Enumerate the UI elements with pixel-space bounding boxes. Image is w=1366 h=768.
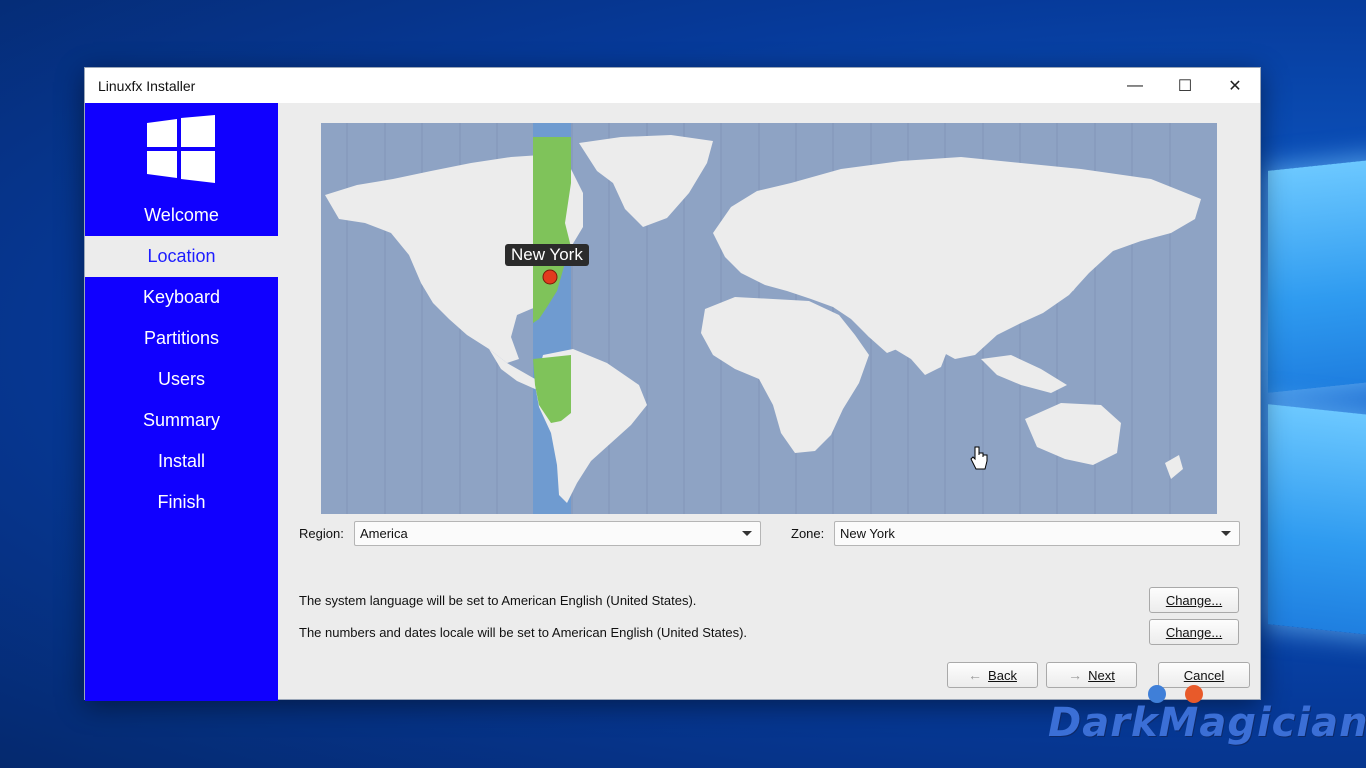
arrow-left-icon: ← xyxy=(968,667,983,683)
title-bar: Linuxfx Installer — ☐ ✕ xyxy=(85,68,1260,103)
zone-label: Zone: xyxy=(791,526,825,541)
city-tooltip-label: New York xyxy=(511,245,583,264)
minimize-button[interactable]: — xyxy=(1110,68,1160,103)
sidebar-item-summary[interactable]: Summary xyxy=(85,400,278,441)
zone-value: New York xyxy=(840,526,895,541)
language-text: The system language will be set to Ameri… xyxy=(299,593,697,608)
sidebar-item-install[interactable]: Install xyxy=(85,441,278,482)
region-label: Region: xyxy=(299,526,344,541)
change-language-button[interactable]: Change... xyxy=(1149,587,1239,613)
sidebar-item-location[interactable]: Location xyxy=(85,236,278,277)
window-title: Linuxfx Installer xyxy=(98,77,196,94)
change-locale-button[interactable]: Change... xyxy=(1149,619,1239,645)
city-marker[interactable] xyxy=(542,269,558,285)
next-button[interactable]: → Next xyxy=(1046,662,1137,688)
desktop-logo-pane xyxy=(1268,159,1366,393)
timezone-map[interactable]: New York xyxy=(321,123,1217,514)
arrow-right-icon: → xyxy=(1068,667,1083,683)
hand-cursor-icon xyxy=(970,446,988,470)
close-button[interactable]: ✕ xyxy=(1210,68,1260,103)
back-button[interactable]: ← Back xyxy=(947,662,1038,688)
zone-select[interactable]: New York xyxy=(834,521,1240,546)
city-tooltip: New York xyxy=(505,244,589,266)
locale-text: The numbers and dates locale will be set… xyxy=(299,625,748,640)
region-select[interactable]: America xyxy=(354,521,761,546)
watermark-logo: DarkMagician xyxy=(1048,700,1366,746)
sidebar-item-keyboard[interactable]: Keyboard xyxy=(85,277,278,318)
sidebar: Welcome Location Keyboard Partitions Use… xyxy=(85,103,278,701)
region-value: America xyxy=(360,526,408,541)
sidebar-item-users[interactable]: Users xyxy=(85,359,278,400)
chevron-down-icon xyxy=(742,531,752,536)
installer-window: Linuxfx Installer — ☐ ✕ Welcome Location… xyxy=(84,67,1261,701)
world-map[interactable] xyxy=(321,123,1217,514)
cancel-button[interactable]: Cancel xyxy=(1158,662,1250,688)
desktop-logo-pane xyxy=(1268,404,1366,636)
sidebar-item-partitions[interactable]: Partitions xyxy=(85,318,278,359)
chevron-down-icon xyxy=(1221,531,1231,536)
sidebar-item-welcome[interactable]: Welcome xyxy=(85,195,278,236)
windows-logo-icon xyxy=(147,115,215,183)
maximize-button[interactable]: ☐ xyxy=(1160,68,1210,103)
sidebar-item-finish[interactable]: Finish xyxy=(85,482,278,523)
